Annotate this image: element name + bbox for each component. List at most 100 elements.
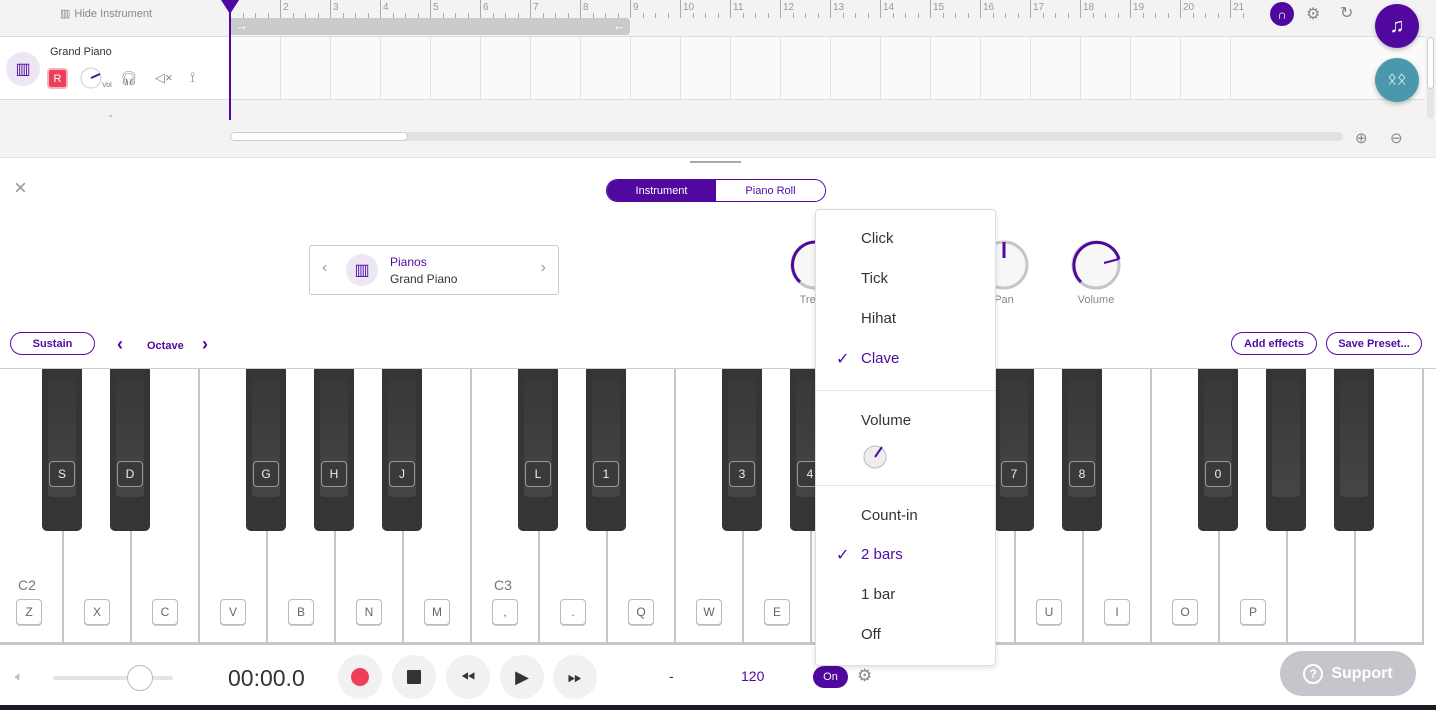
stop-button[interactable] [392,655,436,699]
ruler-tick [867,13,869,18]
tempo-display[interactable]: 120 [741,668,764,684]
bar-number: 8 [583,2,589,13]
time-display: 00:00.0 [228,665,305,691]
collaborators-button[interactable]: ᛟᛟ [1375,58,1419,102]
mute-icon[interactable]: ◁× [155,70,173,86]
menu-item[interactable]: 2 bars [861,546,903,563]
black-key[interactable]: 7 [994,369,1034,531]
key-shortcut: 8 [1069,461,1095,487]
ruler-tick [430,0,431,18]
record-button[interactable] [338,655,382,699]
speaker-icon[interactable]: 🔈︎ [15,668,23,685]
ruler[interactable]: 2 3 4 5 6 7 8 9 10 11 12 13 14 15 16 17 18 19 20 21 [230,0,1260,18]
ruler-tick [1242,13,1244,18]
bar-number: 21 [1233,2,1245,13]
bar-number: 4 [383,2,389,13]
piano-icon: ▥ [346,254,378,286]
sustain-button[interactable]: Sustain [10,332,95,355]
zoom-out-icon[interactable]: ⊖ [1390,129,1403,147]
ruler-tick [1155,13,1156,18]
tab-instrument[interactable]: Instrument [607,180,716,201]
bar-number: 12 [783,2,795,13]
add-effects-button[interactable]: Add effects [1231,332,1317,355]
horizontal-scrollbar[interactable] [230,132,1343,141]
play-button[interactable]: ▶ [500,655,544,699]
master-volume-slider[interactable] [53,676,173,680]
resize-handle[interactable] [690,161,741,163]
ruler-tick [380,0,381,18]
loop-region[interactable]: → ← [231,18,630,35]
menu-item[interactable]: 1 bar [861,586,895,603]
record-arm-button[interactable]: R [49,70,66,87]
key-shortcut: N [356,599,382,625]
ruler-tick [1205,13,1206,18]
ruler-tick [480,0,481,18]
key-shortcut: W [696,599,722,625]
scrollbar-thumb[interactable] [230,132,408,141]
black-key[interactable]: D [110,369,150,531]
automation-icon[interactable]: ⟟ [190,69,195,86]
chevron-left-icon[interactable]: ‹ [322,259,327,277]
metronome-volume-knob[interactable] [862,444,888,470]
vertical-scrollbar[interactable] [1427,37,1434,119]
black-key[interactable]: 0 [1198,369,1238,531]
metronome-settings-icon[interactable]: ⚙ [857,666,872,686]
music-note-button[interactable]: ♫ [1375,4,1419,48]
menu-item[interactable]: Click [861,230,894,247]
ruler-tick [1192,13,1194,18]
metronome-toggle[interactable]: On [813,666,848,688]
ruler-tick [980,0,981,18]
black-key[interactable] [1266,369,1306,531]
menu-item[interactable]: Off [861,626,881,643]
arrow-left-icon: ← [613,18,626,33]
black-key[interactable]: J [382,369,422,531]
octave-up-button[interactable]: › [202,334,208,355]
black-key[interactable]: 3 [722,369,762,531]
bar-number: 19 [1133,2,1145,13]
key-shortcut: , [492,599,518,625]
black-key[interactable]: S [42,369,82,531]
black-key[interactable]: L [518,369,558,531]
gear-icon[interactable]: ⚙ [1306,4,1320,24]
key-shortcut: I [1104,599,1130,625]
slider-thumb[interactable] [127,665,153,691]
ruler-tick [1230,0,1231,18]
key-shortcut: V [220,599,246,625]
key-shortcut: 7 [1001,461,1027,487]
fast-forward-button[interactable]: ⏩︎ [553,655,597,699]
black-key[interactable]: G [246,369,286,531]
track-lane[interactable] [230,36,1425,100]
volume-knob[interactable] [1071,240,1121,290]
save-preset-button[interactable]: Save Preset... [1326,332,1422,355]
close-icon[interactable]: × [14,177,27,199]
hide-instrument-button[interactable]: ▥ Hide Instrument [60,7,152,21]
chevron-right-icon[interactable]: › [541,259,546,277]
black-key[interactable]: H [314,369,354,531]
playhead-handle[interactable] [221,0,239,14]
undo-icon[interactable]: ↻ [1340,3,1353,23]
check-icon: ✓ [836,351,850,368]
rewind-button[interactable]: ⏪︎ [446,655,490,699]
support-button[interactable]: ? Support [1280,651,1416,696]
volume-knob[interactable] [80,67,104,91]
ruler-tick [1092,13,1094,18]
octave-down-button[interactable]: ‹ [117,334,123,355]
menu-item[interactable]: Hihat [861,310,896,327]
ruler-tick [992,13,994,18]
black-key[interactable] [1334,369,1374,531]
menu-item[interactable]: Clave [861,350,899,367]
tab-piano-roll[interactable]: Piano Roll [716,180,825,201]
ruler-tick [530,0,531,18]
track-name: Grand Piano [50,46,112,58]
headphones-icon[interactable]: 🎧︎ [120,70,138,87]
track-header[interactable]: ▥ Grand Piano R Vol 🎧︎ ◁× ⟟ [0,36,230,100]
playhead[interactable] [229,0,231,120]
piano-icon: ▥ [60,8,71,20]
bar-number: 5 [433,2,439,13]
black-key[interactable]: 8 [1062,369,1102,531]
zoom-in-icon[interactable]: ⊕ [1355,129,1368,147]
bar-number: 15 [933,2,945,13]
magnet-icon[interactable]: ∩ [1270,2,1294,26]
menu-item[interactable]: Tick [861,270,888,287]
black-key[interactable]: 1 [586,369,626,531]
